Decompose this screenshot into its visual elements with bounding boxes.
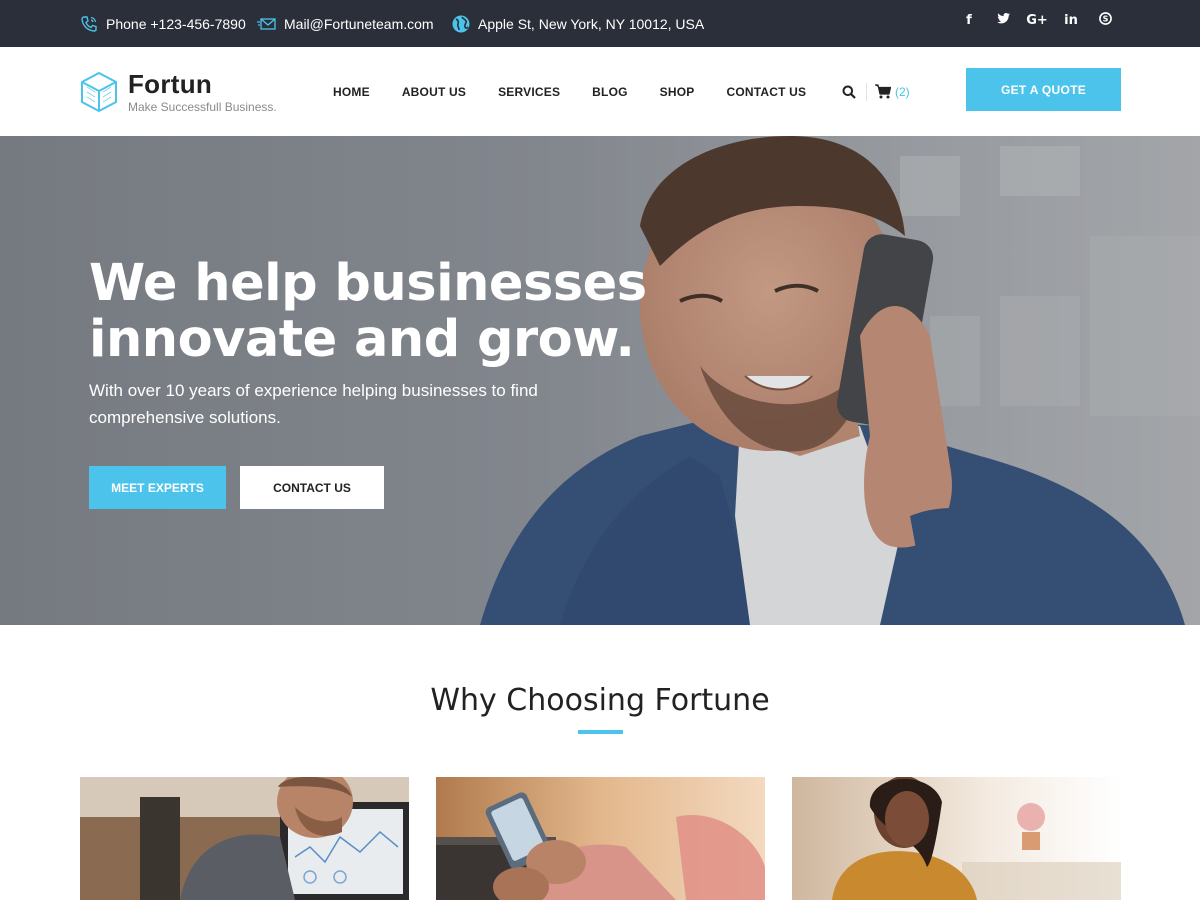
nav-home[interactable]: HOME — [333, 85, 370, 99]
nav-about-us[interactable]: ABOUT US — [402, 85, 466, 99]
facebook-icon[interactable]: f — [952, 13, 986, 28]
woman-reading-photo — [792, 777, 1121, 900]
nav-blog[interactable]: BLOG — [592, 85, 627, 99]
hands-with-phone-photo — [436, 777, 765, 900]
cube-logo-icon — [81, 71, 117, 113]
meet-experts-button[interactable]: MEET EXPERTS — [89, 466, 226, 509]
nav-shop[interactable]: SHOP — [660, 85, 695, 99]
man-at-computer-photo — [80, 777, 409, 900]
phone-contact[interactable]: Phone +123-456-7890 — [79, 0, 246, 47]
twitter-icon[interactable] — [986, 12, 1020, 28]
address-contact: Apple St, New York, NY 10012, USA — [451, 0, 704, 47]
social-links: f G+ in S — [952, 0, 1122, 40]
feature-card-2-image[interactable] — [436, 777, 765, 900]
globe-icon — [452, 15, 470, 32]
brand-tagline: Make Successfull Business. — [128, 100, 277, 114]
site-logo[interactable]: Fortun Make Successfull Business. — [79, 71, 277, 114]
header-divider — [866, 83, 867, 101]
hero-subtitle: With over 10 years of experience helping… — [89, 381, 538, 427]
email-contact[interactable]: Mail@Fortuneteam.com — [257, 0, 434, 47]
skype-letter: S — [1102, 14, 1108, 23]
mail-icon — [257, 17, 276, 30]
brand-name: Fortun — [128, 69, 213, 99]
search-icon[interactable] — [842, 85, 856, 99]
twitter-bird-icon — [996, 12, 1010, 23]
nav-contact-us[interactable]: CONTACT US — [726, 85, 806, 99]
title-underline — [578, 730, 623, 734]
phone-text: Phone +123-456-7890 — [106, 15, 246, 32]
main-nav: HOME ABOUT US SERVICES BLOG SHOP CONTACT… — [333, 47, 838, 136]
hero-title-line-2: innovate and grow. — [89, 310, 635, 369]
hero-title-line-1: We help businesses — [89, 254, 647, 313]
email-text: Mail@Fortuneteam.com — [284, 15, 434, 32]
skype-symbol-icon: S — [1098, 11, 1112, 25]
address-text: Apple St, New York, NY 10012, USA — [478, 15, 705, 32]
cart-icon — [875, 84, 891, 99]
hero-section: We help businesses innovate and grow. Wi… — [0, 136, 1200, 625]
google-plus-icon[interactable]: G+ — [1020, 13, 1054, 28]
get-a-quote-button[interactable]: GET A QUOTE — [966, 68, 1121, 111]
hero-contact-us-button[interactable]: CONTACT US — [240, 466, 384, 509]
main-header: Fortun Make Successfull Business. HOME A… — [0, 47, 1200, 136]
skype-icon[interactable]: S — [1088, 11, 1122, 29]
linkedin-icon[interactable]: in — [1054, 13, 1088, 28]
cart-button[interactable]: (2) — [875, 84, 910, 99]
why-section-title: Why Choosing Fortune — [430, 683, 770, 718]
top-bar: Phone +123-456-7890 Mail@Fortuneteam.com… — [0, 0, 1200, 47]
nav-services[interactable]: SERVICES — [498, 85, 560, 99]
hero-title: We help businesses innovate and grow. — [89, 256, 709, 368]
phone-icon — [81, 15, 97, 32]
cart-count: (2) — [895, 84, 910, 99]
feature-card-1-image[interactable] — [80, 777, 409, 900]
feature-card-3-image[interactable] — [792, 777, 1121, 900]
